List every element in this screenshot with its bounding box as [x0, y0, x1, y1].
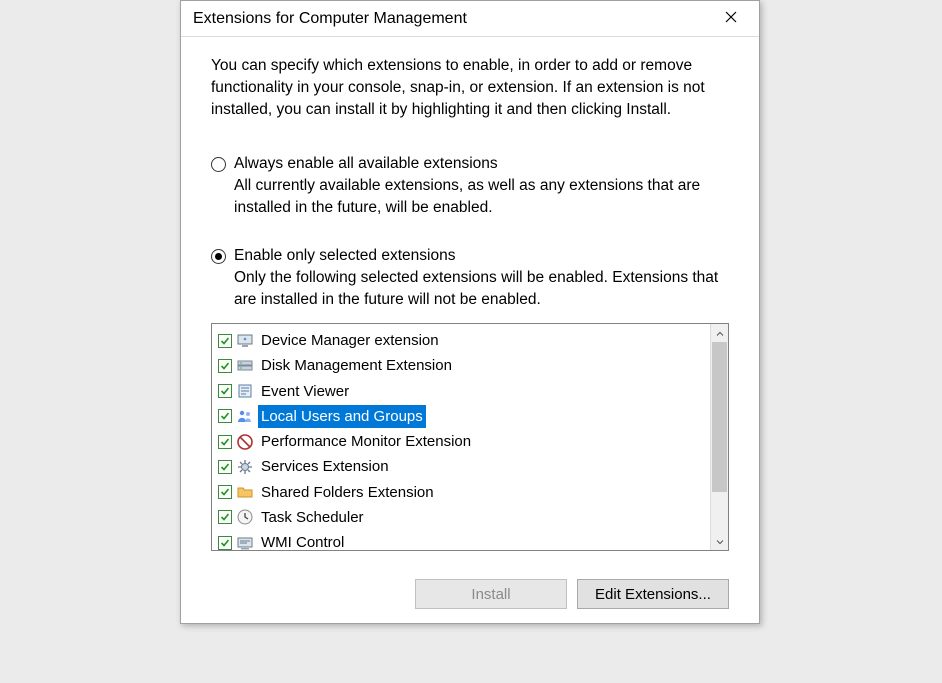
- local-users-groups-icon: [236, 407, 254, 425]
- list-item-label: Local Users and Groups: [258, 405, 426, 428]
- option-always-enable: Always enable all available extensions A…: [211, 155, 729, 219]
- list-item-label: Event Viewer: [258, 380, 352, 403]
- checkbox[interactable]: [218, 460, 232, 474]
- scroll-thumb[interactable]: [712, 342, 727, 492]
- list-item-label: WMI Control: [258, 531, 347, 550]
- list-item[interactable]: WMI Control: [214, 530, 708, 550]
- titlebar: Extensions for Computer Management: [181, 1, 759, 37]
- performance-monitor-icon: [236, 433, 254, 451]
- radio-icon: [211, 249, 226, 264]
- checkbox[interactable]: [218, 485, 232, 499]
- list-item[interactable]: Performance Monitor Extension: [214, 429, 708, 454]
- list-item[interactable]: Device Manager extension: [214, 328, 708, 353]
- listbox-inner: Device Manager extensionDisk Management …: [212, 324, 710, 550]
- list-item-label: Shared Folders Extension: [258, 481, 437, 504]
- wmi-control-icon: [236, 534, 254, 550]
- checkbox[interactable]: [218, 435, 232, 449]
- chevron-down-icon: [716, 533, 724, 550]
- edit-extensions-button[interactable]: Edit Extensions...: [577, 579, 729, 609]
- scroll-down-button[interactable]: [711, 532, 728, 550]
- shared-folders-icon: [236, 483, 254, 501]
- checkbox[interactable]: [218, 334, 232, 348]
- dialog-content: You can specify which extensions to enab…: [181, 37, 759, 565]
- option-label: Always enable all available extensions: [234, 155, 498, 173]
- window-title: Extensions for Computer Management: [193, 10, 467, 28]
- list-item-label: Performance Monitor Extension: [258, 430, 474, 453]
- chevron-up-icon: [716, 325, 724, 342]
- close-icon: [725, 10, 737, 27]
- services-icon: [236, 458, 254, 476]
- radio-always-enable[interactable]: Always enable all available extensions: [211, 155, 729, 173]
- option-desc: Only the following selected extensions w…: [211, 267, 729, 311]
- list-item[interactable]: Disk Management Extension: [214, 353, 708, 378]
- list-item[interactable]: Shared Folders Extension: [214, 480, 708, 505]
- checkbox[interactable]: [218, 359, 232, 373]
- list-item[interactable]: Local Users and Groups: [214, 404, 708, 429]
- install-button[interactable]: Install: [415, 579, 567, 609]
- option-enable-selected: Enable only selected extensions Only the…: [211, 247, 729, 311]
- disk-management-icon: [236, 357, 254, 375]
- device-manager-icon: [236, 332, 254, 350]
- extensions-dialog: Extensions for Computer Management You c…: [180, 0, 760, 624]
- option-desc: All currently available extensions, as w…: [211, 175, 729, 219]
- event-viewer-icon: [236, 382, 254, 400]
- list-item[interactable]: Services Extension: [214, 454, 708, 479]
- option-label: Enable only selected extensions: [234, 247, 455, 265]
- checkbox[interactable]: [218, 536, 232, 550]
- checkbox[interactable]: [218, 409, 232, 423]
- radio-enable-selected[interactable]: Enable only selected extensions: [211, 247, 729, 265]
- list-item-label: Services Extension: [258, 455, 392, 478]
- close-button[interactable]: [709, 4, 753, 34]
- checkbox[interactable]: [218, 384, 232, 398]
- intro-text: You can specify which extensions to enab…: [211, 55, 729, 121]
- scroll-track[interactable]: [711, 342, 728, 532]
- list-item-label: Task Scheduler: [258, 506, 367, 529]
- scrollbar[interactable]: [710, 324, 728, 550]
- radio-icon: [211, 157, 226, 172]
- list-item[interactable]: Task Scheduler: [214, 505, 708, 530]
- list-item[interactable]: Event Viewer: [214, 379, 708, 404]
- list-item-label: Device Manager extension: [258, 329, 442, 352]
- task-scheduler-icon: [236, 508, 254, 526]
- checkbox[interactable]: [218, 510, 232, 524]
- extensions-listbox[interactable]: Device Manager extensionDisk Management …: [211, 323, 729, 551]
- button-row: Install Edit Extensions...: [181, 565, 759, 623]
- list-item-label: Disk Management Extension: [258, 354, 455, 377]
- scroll-up-button[interactable]: [711, 324, 728, 342]
